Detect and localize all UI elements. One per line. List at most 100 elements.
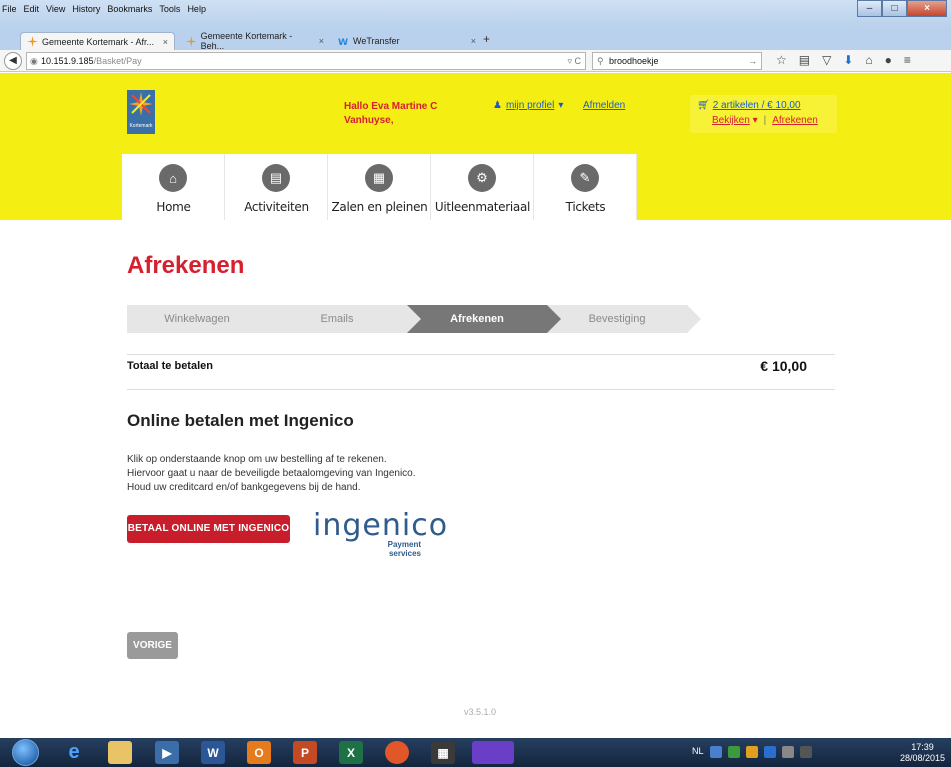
home-button-icon[interactable]: ⌂ xyxy=(865,53,872,67)
total-row: Totaal te betalen € 10,00 xyxy=(127,354,835,390)
nav-label: Tickets xyxy=(565,200,606,214)
download-icon[interactable]: ⬇ xyxy=(843,53,853,67)
kortemark-logo[interactable]: Kortemark xyxy=(127,90,155,134)
toolbar-icons: ☆ ▤ ▽ ⬇ ⌂ ● ≡ xyxy=(776,53,911,67)
nav-label: Zalen en pleinen xyxy=(331,200,428,214)
nav-label: Activiteiten xyxy=(244,200,309,214)
cart-links: Bekijken ▾ | Afrekenen xyxy=(712,115,818,126)
step-winkelwagen: Winkelwagen xyxy=(127,305,281,333)
tray-volume-icon[interactable] xyxy=(799,746,812,758)
maximize-button[interactable]: □ xyxy=(882,0,907,17)
tab-close-icon[interactable]: × xyxy=(319,36,324,46)
tray-network-icon[interactable] xyxy=(727,746,740,758)
powerpoint-icon[interactable]: P xyxy=(293,741,317,764)
search-go-icon[interactable]: → xyxy=(748,53,757,69)
windows-taskbar: e ▶ W O P X ▦ NL 17:39 28/08/2015 xyxy=(0,738,951,767)
nav-zalen-en-pleinen[interactable]: ▦ Zalen en pleinen xyxy=(328,154,431,220)
word-icon[interactable]: W xyxy=(201,741,225,764)
tray-monitor-icon[interactable] xyxy=(781,746,794,758)
new-tab-button[interactable]: + xyxy=(483,32,490,46)
nav-tickets[interactable]: ✎ Tickets xyxy=(534,154,637,220)
apps-icon[interactable]: ▦ xyxy=(431,741,455,764)
ingenico-logo: ingenico Payment services xyxy=(313,508,447,562)
url-host: 10.151.9.185 xyxy=(41,56,94,66)
window-controls: – □ × xyxy=(857,0,947,17)
app-window-icon[interactable] xyxy=(472,741,514,764)
tab-close-icon[interactable]: × xyxy=(471,36,476,46)
globe-icon: ◉ xyxy=(30,56,38,66)
reload-icon[interactable]: ▿ C xyxy=(567,53,581,69)
back-button[interactable]: ◀ xyxy=(4,52,22,70)
menu-tools[interactable]: Tools xyxy=(159,4,180,14)
cart-icon: 🛒︎ xyxy=(697,100,710,111)
excel-icon[interactable]: X xyxy=(339,741,363,764)
previous-button[interactable]: VORIGE xyxy=(127,632,178,659)
tab-close-icon[interactable]: × xyxy=(163,37,168,47)
tray-app-icon[interactable] xyxy=(763,746,776,758)
url-path: /Basket/Pay xyxy=(93,56,142,66)
cart-summary-link[interactable]: 2 artikelen / € 10,00 xyxy=(713,100,801,111)
kortemark-favicon-icon xyxy=(186,35,197,47)
wetransfer-favicon-icon: W xyxy=(338,37,348,47)
close-window-button[interactable]: × xyxy=(907,0,947,17)
search-value: broodhoekje xyxy=(609,56,659,66)
payment-description: Klik op onderstaande knop om uw bestelli… xyxy=(127,454,416,493)
pocket-icon[interactable]: ▽ xyxy=(822,53,831,67)
outlook-icon[interactable]: O xyxy=(247,741,271,764)
ticket-icon: ✎ xyxy=(571,164,599,192)
menu-history[interactable]: History xyxy=(72,4,100,14)
menu-icon[interactable]: ≡ xyxy=(904,53,911,67)
search-icon: ⚲ xyxy=(597,56,604,66)
profile-menu[interactable]: ♟ mijn profiel ▾ xyxy=(493,100,563,111)
gear-icon: ⚙ xyxy=(468,164,496,192)
language-indicator[interactable]: NL xyxy=(692,746,704,758)
pay-online-button[interactable]: BETAAL ONLINE MET INGENICO xyxy=(127,515,290,543)
reading-list-icon[interactable]: ▤ xyxy=(799,53,810,67)
window-titlebar: File Edit View History Bookmarks Tools H… xyxy=(0,0,951,28)
nav-activiteiten[interactable]: ▤ Activiteiten xyxy=(225,154,328,220)
total-label: Totaal te betalen xyxy=(127,360,213,372)
media-player-icon[interactable]: ▶ xyxy=(155,741,179,764)
tray-outlook-icon[interactable] xyxy=(745,746,758,758)
clock-time: 17:39 xyxy=(911,742,934,752)
step-bevestiging: Bevestiging xyxy=(547,305,701,333)
cart-summary[interactable]: 🛒︎ 2 artikelen / € 10,00 xyxy=(697,100,801,111)
logout-link[interactable]: Afmelden xyxy=(583,100,625,111)
nav-home[interactable]: ⌂ Home xyxy=(122,154,225,220)
chat-icon[interactable]: ● xyxy=(885,53,892,67)
bookmark-star-icon[interactable]: ☆ xyxy=(776,53,787,67)
tab-wetransfer[interactable]: W WeTransfer × xyxy=(332,32,482,50)
nav-uitleenmateriaal[interactable]: ⚙ Uitleenmateriaal xyxy=(431,154,534,220)
menu-view[interactable]: View xyxy=(46,4,65,14)
tab-behandeling[interactable]: Gemeente Kortemark - Beh... × xyxy=(180,31,330,51)
ie-icon[interactable]: e xyxy=(62,741,86,764)
cart-checkout-link[interactable]: Afrekenen xyxy=(772,115,818,126)
menu-edit[interactable]: Edit xyxy=(24,4,40,14)
clapper-icon: ▤ xyxy=(262,164,290,192)
system-clock[interactable]: 17:39 28/08/2015 xyxy=(900,742,945,764)
home-icon: ⌂ xyxy=(159,164,187,192)
url-bar[interactable]: ◉ 10.151.9.185/Basket/Pay ▿ C xyxy=(26,52,586,70)
cart-view-link[interactable]: Bekijken ▾ xyxy=(712,115,758,126)
tab-afrekenen[interactable]: Gemeente Kortemark - Afr... × xyxy=(20,32,175,50)
logo-text: Kortemark xyxy=(129,123,153,129)
menu-bookmarks[interactable]: Bookmarks xyxy=(107,4,152,14)
search-input[interactable]: ⚲ broodhoekje → xyxy=(592,52,762,70)
minimize-button[interactable]: – xyxy=(857,0,882,17)
nav-label: Uitleenmateriaal xyxy=(434,200,531,214)
tab-title: Gemeente Kortemark - Afr... xyxy=(42,36,155,47)
firefox-icon[interactable] xyxy=(385,741,409,764)
explorer-icon[interactable] xyxy=(108,741,132,764)
menu-file[interactable]: File xyxy=(2,4,17,14)
menu-help[interactable]: Help xyxy=(187,4,206,14)
profile-link[interactable]: mijn profiel xyxy=(506,100,554,111)
ingenico-wordmark: ingenico xyxy=(313,508,449,543)
system-tray: NL xyxy=(692,746,812,758)
menu-bar: File Edit View History Bookmarks Tools H… xyxy=(2,4,206,14)
svg-text:W: W xyxy=(338,37,348,47)
main-nav: ⌂ Home ▤ Activiteiten ▦ Zalen en pleinen… xyxy=(122,154,637,220)
chevron-down-icon: ▾ xyxy=(558,100,564,111)
tray-shield-icon[interactable] xyxy=(709,746,722,758)
kortemark-favicon-icon xyxy=(27,36,38,47)
start-button[interactable] xyxy=(12,739,39,766)
